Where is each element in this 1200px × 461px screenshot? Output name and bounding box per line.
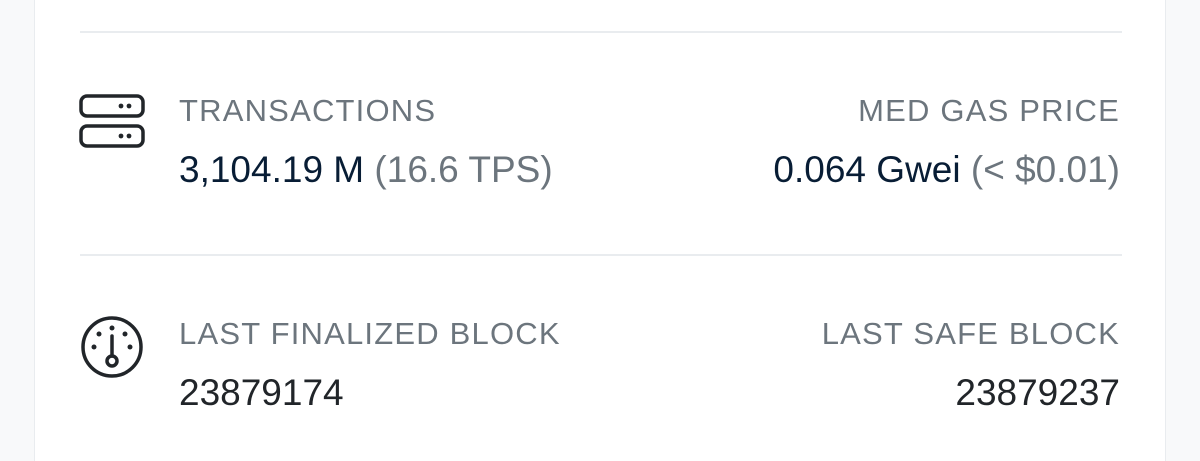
transactions-label: TRANSACTIONS [179, 93, 437, 128]
finalized-block-value: 23879174 [179, 372, 344, 413]
gas-price-label: MED GAS PRICE [858, 93, 1120, 128]
transactions-count: 3,104.19 M [179, 149, 365, 190]
safe-block-label: LAST SAFE BLOCK [821, 316, 1120, 351]
transactions-value: 3,104.19 M (16.6 TPS) [179, 149, 553, 191]
divider-top [80, 31, 1122, 33]
gauge-icon [79, 314, 145, 380]
finalized-block-label: LAST FINALIZED BLOCK [179, 316, 561, 351]
server-icon [79, 94, 145, 160]
transactions-tps: (16.6 TPS) [374, 149, 553, 190]
gas-price-usd: (< $0.01) [970, 149, 1120, 190]
gas-price-value: 0.064 Gwei (< $0.01) [773, 149, 1120, 191]
divider-middle [80, 254, 1122, 256]
safe-block-value: 23879237 [955, 372, 1120, 413]
network-stats-card: TRANSACTIONS 3,104.19 M (16.6 TPS) MED G… [34, 0, 1166, 461]
gas-price-gwei: 0.064 Gwei [773, 149, 961, 190]
